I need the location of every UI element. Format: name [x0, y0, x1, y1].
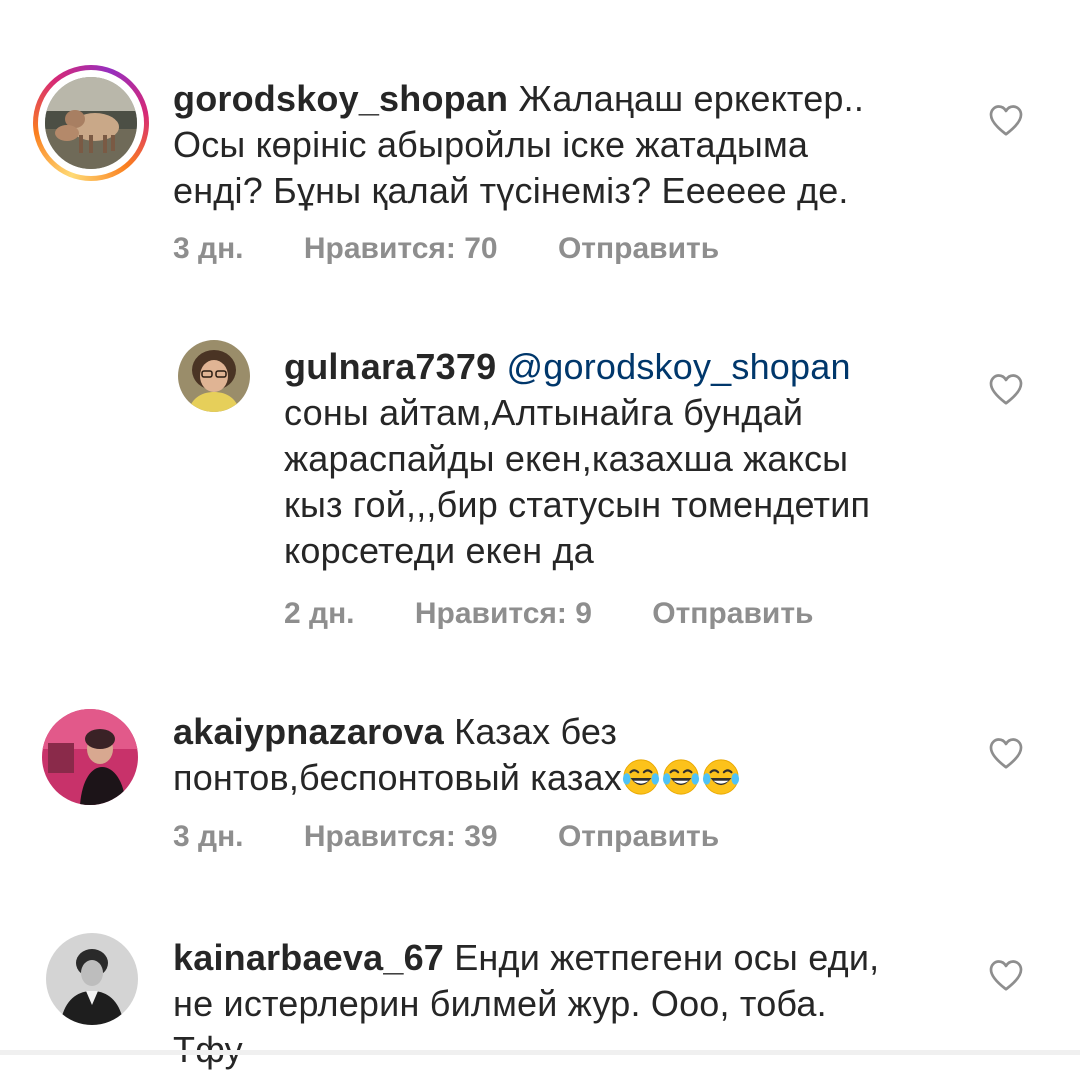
comment-text: Осы көрініс абыройлы іске жатадыма: [173, 124, 809, 165]
comment-meta: 3 дн. Нравится: 70 Отправить: [173, 232, 719, 266]
reply-button[interactable]: Отправить: [652, 597, 813, 631]
comment-text: не истерлерин билмей жур. Ооо, тоба.: [173, 983, 827, 1024]
comment-time: 3 дн.: [173, 820, 244, 853]
avatar[interactable]: [45, 77, 137, 169]
comment-username[interactable]: kainarbaeva_67: [173, 937, 444, 978]
comment-text: корсетеди екен да: [284, 530, 594, 571]
comment-meta: 3 дн. Нравится: 39 Отправить: [173, 820, 719, 854]
comment-username[interactable]: gorodskoy_shopan: [173, 78, 508, 119]
comment-text: енді? Бұны қалай түсінеміз? Ееееее де.: [173, 170, 849, 211]
face-with-tears-of-joy-emoji-icon: [662, 759, 700, 795]
comment-likes[interactable]: Нравится: 39: [304, 820, 498, 854]
bottom-divider: [0, 1050, 1080, 1055]
comment-username[interactable]: gulnara7379: [284, 346, 496, 387]
comment-meta: 2 дн. Нравится: 9 Отправить: [284, 597, 813, 631]
avatar[interactable]: [46, 933, 138, 1025]
comment-time: 2 дн.: [284, 597, 355, 630]
comment-text: Жалаңаш еркектер..: [518, 78, 865, 119]
avatar[interactable]: [178, 340, 250, 412]
comment-text: кыз гой,,,бир статусын томендетип: [284, 484, 871, 525]
comment-likes[interactable]: Нравится: 9: [415, 597, 592, 631]
heart-outline-icon[interactable]: [988, 372, 1024, 406]
comment-body: gorodskoy_shopan Жалаңаш еркектер.. Осы …: [173, 76, 943, 214]
mention-link[interactable]: @gorodskoy_shopan: [507, 346, 851, 387]
avatar-woman-glasses-photo-icon: [178, 340, 250, 412]
emoji-group: [622, 757, 742, 798]
comment-text: Казах без: [454, 711, 618, 752]
avatar-woman-pink-photo-icon: [42, 709, 138, 805]
comment-body: akaiypnazarova Казах без понтов,беспонто…: [173, 709, 943, 801]
face-with-tears-of-joy-emoji-icon: [702, 759, 740, 795]
reply-button[interactable]: Отправить: [558, 820, 719, 854]
comment-time: 3 дн.: [173, 232, 244, 265]
face-with-tears-of-joy-emoji-icon: [622, 759, 660, 795]
story-ring[interactable]: [33, 65, 149, 181]
reply-button[interactable]: Отправить: [558, 232, 719, 266]
heart-outline-icon[interactable]: [988, 736, 1024, 770]
avatar-sheep-photo-icon: [45, 77, 137, 169]
comment-likes[interactable]: Нравится: 70: [304, 232, 498, 266]
heart-outline-icon[interactable]: [988, 103, 1024, 137]
comment-text: жараспайды екен,казахша жаксы: [284, 438, 849, 479]
comment-text: Енди жетпегени осы еди,: [454, 937, 880, 978]
comment-username[interactable]: akaiypnazarova: [173, 711, 444, 752]
comment-body: gulnara7379 @gorodskoy_shopan соны айтам…: [284, 344, 954, 574]
heart-outline-icon[interactable]: [988, 958, 1024, 992]
avatar-bw-portrait-photo-icon: [46, 933, 138, 1025]
comment-text: соны айтам,Алтынайга бундай: [284, 392, 804, 433]
avatar[interactable]: [42, 709, 138, 805]
comment-text: понтов,беспонтовый казах: [173, 757, 622, 798]
